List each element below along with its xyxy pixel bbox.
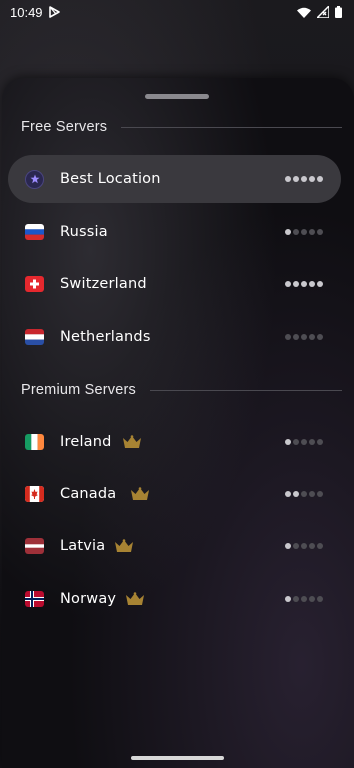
signal-dot (293, 491, 299, 497)
server-name: Netherlands (60, 329, 151, 345)
netherlands-flag-icon (25, 329, 44, 345)
server-name: Norway (60, 591, 117, 607)
signal-strength (285, 596, 323, 602)
server-row-latvia[interactable]: Latvia (8, 522, 341, 570)
signal-dot (301, 596, 307, 602)
status-bar: 10:49 (0, 0, 354, 24)
signal-dot (301, 281, 307, 287)
divider (121, 126, 342, 128)
signal-dot (309, 491, 315, 497)
signal-dot (301, 229, 307, 235)
signal-dot (309, 281, 315, 287)
status-time: 10:49 (10, 4, 43, 20)
server-row-russia[interactable]: Russia (8, 208, 341, 256)
signal-dot (293, 229, 299, 235)
server-row-ireland[interactable]: Ireland (8, 418, 341, 466)
signal-strength (285, 334, 323, 340)
crown-icon (126, 592, 144, 605)
server-row-netherlands[interactable]: Netherlands (8, 313, 341, 361)
server-row-best-location[interactable]: Best Location (8, 155, 341, 203)
signal-strength (285, 281, 323, 287)
signal-dot (285, 334, 291, 340)
server-row-canada[interactable]: Canada (8, 470, 341, 518)
signal-dot (317, 334, 323, 340)
signal-dot (301, 334, 307, 340)
signal-dot (317, 229, 323, 235)
server-name: Switzerland (60, 276, 147, 292)
russia-flag-icon (25, 224, 44, 240)
signal-dot (317, 543, 323, 549)
section-title: Free Servers (21, 119, 108, 135)
server-row-switzerland[interactable]: Switzerland (8, 260, 341, 308)
signal-strength (285, 491, 323, 497)
signal-strength (285, 176, 323, 182)
signal-dot (285, 229, 291, 235)
signal-dot (293, 596, 299, 602)
server-name: Latvia (60, 538, 106, 554)
free-servers-header: Free Servers (21, 117, 342, 137)
server-list-sheet: Free Servers Best Location Russia Switze… (2, 78, 354, 768)
signal-dot (301, 176, 307, 182)
cellular-icon (317, 6, 329, 18)
signal-dot (317, 281, 323, 287)
signal-strength (285, 439, 323, 445)
server-name: Russia (60, 224, 108, 240)
signal-strength (285, 229, 323, 235)
crown-icon (131, 487, 149, 500)
signal-dot (285, 281, 291, 287)
play-store-icon (48, 6, 60, 18)
signal-dot (301, 439, 307, 445)
section-title: Premium Servers (21, 382, 136, 398)
signal-dot (293, 176, 299, 182)
battery-icon (335, 6, 342, 18)
signal-dot (317, 491, 323, 497)
star-icon (25, 169, 44, 189)
server-row-norway[interactable]: Norway (8, 575, 341, 623)
premium-servers-header: Premium Servers (21, 380, 342, 400)
signal-dot (301, 543, 307, 549)
signal-dot (309, 543, 315, 549)
switzerland-flag-icon (25, 276, 44, 292)
latvia-flag-icon (25, 538, 44, 554)
gesture-nav-bar[interactable] (131, 756, 224, 760)
signal-dot (301, 491, 307, 497)
signal-dot (317, 596, 323, 602)
signal-dot (293, 439, 299, 445)
signal-dot (317, 176, 323, 182)
server-name: Ireland (60, 434, 112, 450)
signal-dot (309, 176, 315, 182)
signal-dot (285, 439, 291, 445)
crown-icon (115, 539, 133, 552)
divider (150, 389, 342, 391)
signal-dot (309, 334, 315, 340)
signal-dot (293, 334, 299, 340)
norway-flag-icon (25, 591, 44, 607)
signal-dot (285, 491, 291, 497)
signal-dot (285, 176, 291, 182)
signal-dot (285, 596, 291, 602)
server-name: Best Location (60, 171, 161, 187)
server-name: Canada (60, 486, 117, 502)
signal-dot (309, 596, 315, 602)
drag-handle[interactable] (145, 94, 209, 99)
signal-dot (309, 229, 315, 235)
signal-dot (317, 439, 323, 445)
canada-flag-icon (25, 486, 44, 502)
signal-dot (293, 281, 299, 287)
signal-dot (285, 543, 291, 549)
wifi-icon (297, 7, 311, 18)
crown-icon (123, 435, 141, 448)
signal-dot (293, 543, 299, 549)
signal-dot (309, 439, 315, 445)
ireland-flag-icon (25, 434, 44, 450)
signal-strength (285, 543, 323, 549)
